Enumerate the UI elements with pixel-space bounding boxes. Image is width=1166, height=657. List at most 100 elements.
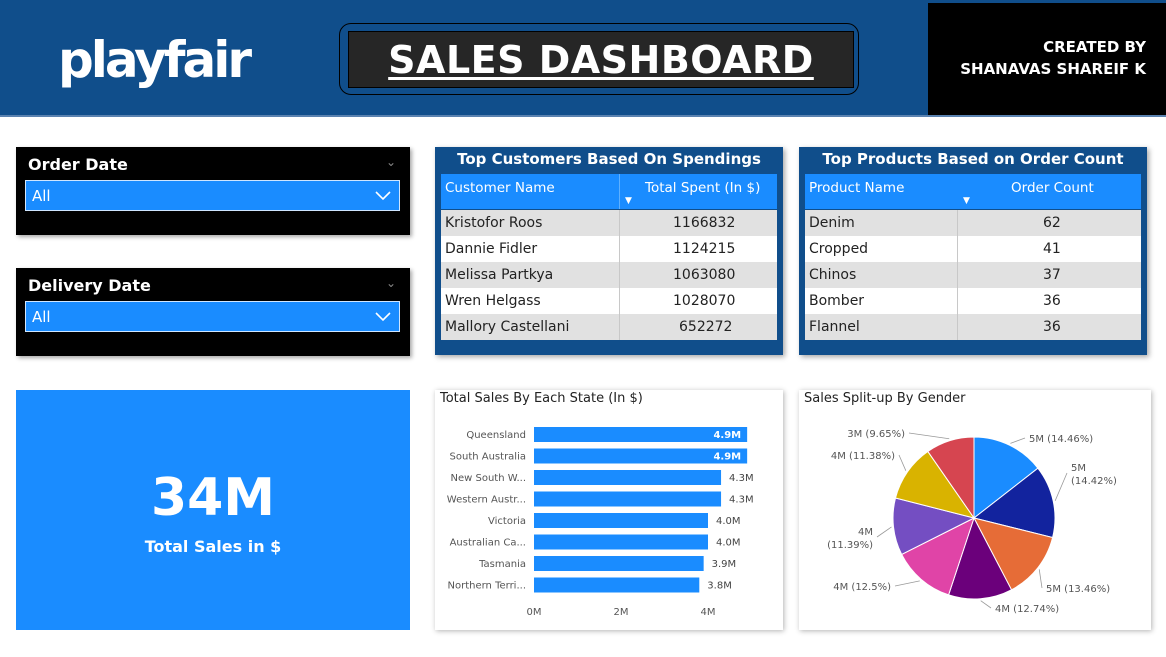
chart-title: Total Sales By Each State (In $): [440, 391, 643, 406]
leader-line: [1038, 569, 1043, 589]
cell-order-count: 37: [1043, 267, 1061, 283]
dropdown-value: All: [32, 187, 51, 205]
title-box: SALES DASHBOARD: [348, 31, 854, 88]
slicer-title: Delivery Date: [28, 276, 151, 295]
column-header-order-count[interactable]: Order Count: [1011, 180, 1094, 196]
slice-label-percent: (11.39%): [827, 540, 873, 551]
chevron-down-icon: [375, 191, 391, 201]
cell-product-name: Denim: [809, 215, 855, 231]
chevron-down-icon[interactable]: ⌄: [386, 276, 396, 290]
bar[interactable]: [534, 556, 704, 571]
cell-order-count: 62: [1043, 215, 1061, 231]
column-header-product-name[interactable]: Product Name: [809, 180, 904, 196]
cell-order-count: 41: [1043, 241, 1061, 257]
category-label: Tasmania: [478, 559, 526, 570]
column-divider: [619, 210, 620, 340]
creator-credit: CREATED BY SHANAVAS SHAREIF K: [928, 3, 1166, 115]
cell-order-count: 36: [1043, 319, 1061, 335]
table-row[interactable]: Denim 62: [805, 210, 1141, 236]
slice-label-value: 4M: [858, 527, 873, 538]
title-frame: SALES DASHBOARD: [339, 23, 859, 95]
credit-label: CREATED BY: [1043, 38, 1146, 56]
cell-product-name: Flannel: [809, 319, 860, 335]
category-label: Victoria: [488, 516, 526, 527]
data-label: 4.3M: [729, 495, 754, 506]
playfair-logo: playfair: [58, 31, 252, 89]
bar[interactable]: [534, 577, 700, 593]
leader-line: [1010, 437, 1026, 444]
data-label: 3.9M: [712, 559, 737, 570]
data-label: 4.9M: [713, 430, 741, 441]
cell-customer-name: Dannie Fidler: [445, 241, 538, 257]
table-row[interactable]: Dannie Fidler 1124215: [441, 236, 777, 262]
column-header-total-spent[interactable]: Total Spent (In $): [645, 180, 760, 196]
sort-desc-icon[interactable]: ▼: [625, 196, 632, 206]
slice-label-value: 5M: [1071, 463, 1086, 474]
cell-total-spent: 652272: [679, 319, 733, 335]
table-title: Top Customers Based On Spendings: [457, 150, 761, 168]
cell-total-spent: 1063080: [673, 267, 736, 283]
slice-label: 5M (13.46%): [1046, 584, 1110, 595]
data-label: 4.3M: [729, 473, 754, 484]
slice-label: 4M (12.5%): [833, 582, 891, 593]
leader-line: [908, 432, 950, 440]
table-header: Product Name Order Count ▼: [805, 174, 1141, 209]
sort-desc-icon[interactable]: ▼: [963, 196, 970, 206]
dropdown-value: All: [32, 308, 51, 326]
dashboard-page: playfair SALES DASHBOARD CREATED BY SHAN…: [0, 0, 1166, 657]
chevron-down-icon[interactable]: ⌄: [386, 155, 396, 169]
kpi-label: Total Sales in $: [144, 537, 282, 556]
leader-line: [1054, 472, 1068, 501]
cell-total-spent: 1028070: [673, 293, 736, 309]
sales-by-state-chart: Total Sales By Each State (In $) Queensl…: [435, 390, 783, 630]
cell-customer-name: Kristofor Roos: [445, 215, 543, 231]
order-date-dropdown[interactable]: All: [25, 180, 400, 211]
data-label: 3.8M: [707, 581, 732, 592]
table-header: Customer Name Total Spent (In $) ▼: [441, 174, 777, 209]
x-tick-label: 0M: [527, 607, 542, 618]
slicer-title: Order Date: [28, 155, 128, 174]
delivery-date-dropdown[interactable]: All: [25, 301, 400, 332]
table-row[interactable]: Melissa Partkya 1063080: [441, 262, 777, 288]
data-label: 4.0M: [716, 538, 741, 549]
header-banner: playfair SALES DASHBOARD CREATED BY SHAN…: [0, 0, 1166, 117]
table-title: Top Products Based on Order Count: [822, 150, 1124, 168]
slice-label: 4M (12.74%): [995, 604, 1059, 615]
slice-label: 4M (11.38%): [831, 451, 895, 462]
bar[interactable]: [534, 534, 708, 550]
table-row[interactable]: Bomber 36: [805, 288, 1141, 314]
leader-line: [980, 600, 992, 609]
cell-customer-name: Melissa Partkya: [445, 267, 554, 283]
category-label: South Australia: [450, 452, 526, 463]
bar[interactable]: [534, 491, 722, 507]
order-date-slicer: Order Date ⌄ All: [16, 147, 410, 235]
sales-by-gender-chart: Sales Split-up By Gender 5M (14.46%) 5M (1…: [799, 390, 1151, 630]
total-sales-card: 34M Total Sales in $: [16, 390, 410, 630]
cell-total-spent: 1166832: [673, 215, 736, 231]
credit-name: SHANAVAS SHAREIF K: [960, 60, 1146, 78]
bar[interactable]: [534, 470, 722, 485]
leader-line: [876, 526, 892, 538]
kpi-value: 34M: [150, 468, 276, 528]
table-row[interactable]: Chinos 37: [805, 262, 1141, 288]
table-row[interactable]: Flannel 36: [805, 314, 1141, 340]
bar[interactable]: [534, 513, 708, 528]
column-divider: [619, 174, 620, 209]
table-row[interactable]: Kristofor Roos 1166832: [441, 210, 777, 236]
table-row[interactable]: Cropped 41: [805, 236, 1141, 262]
column-divider: [957, 210, 958, 340]
data-label: 4.9M: [713, 452, 741, 463]
cell-product-name: Cropped: [809, 241, 869, 257]
top-products-table: Top Products Based on Order Count Produc…: [799, 147, 1147, 355]
delivery-date-slicer: Delivery Date ⌄ All: [16, 268, 410, 356]
column-header-customer-name[interactable]: Customer Name: [445, 180, 555, 196]
page-title: SALES DASHBOARD: [388, 37, 814, 82]
category-label: Western Austr...: [447, 495, 526, 506]
table-row[interactable]: Mallory Castellani 652272: [441, 314, 777, 340]
chevron-down-icon: [375, 312, 391, 322]
cell-order-count: 36: [1043, 293, 1061, 309]
table-row[interactable]: Wren Helgass 1028070: [441, 288, 777, 314]
bar-chart-svg: Queensland 4.9M South Australia 4.9M New Sou…: [447, 427, 754, 618]
leader-line: [898, 454, 907, 471]
category-label: Australian Ca...: [450, 538, 526, 549]
